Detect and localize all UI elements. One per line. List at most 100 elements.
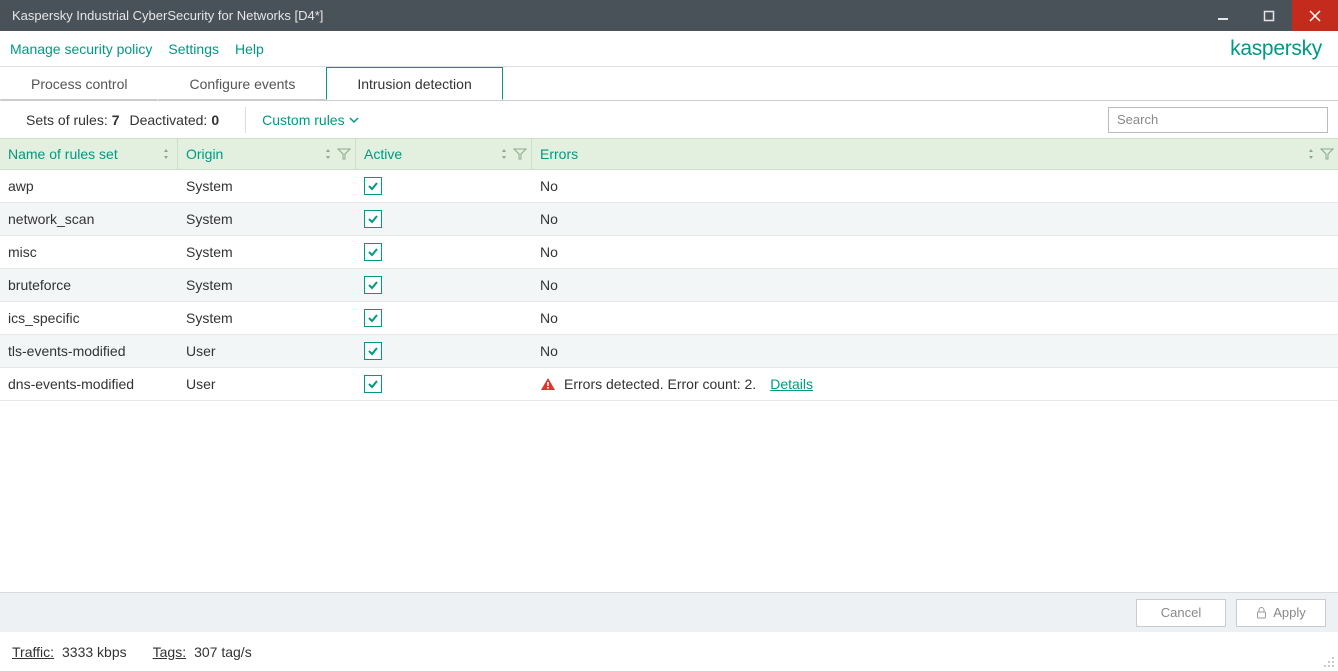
menu-settings[interactable]: Settings: [168, 41, 219, 57]
resize-grip-icon: [1323, 656, 1335, 668]
checkmark-icon: [367, 378, 379, 390]
sort-icon: [1308, 148, 1318, 160]
separator: [245, 107, 246, 133]
cell-name: dns-events-modified: [0, 376, 178, 392]
menu-bar: Manage security policy Settings Help kas…: [0, 31, 1338, 67]
custom-rules-label: Custom rules: [262, 112, 344, 128]
window-controls: [1200, 0, 1338, 31]
cell-origin: System: [178, 178, 356, 194]
column-errors-label: Errors: [540, 146, 578, 162]
tab-intrusion-detection[interactable]: Intrusion detection: [326, 67, 502, 100]
cell-origin: System: [178, 277, 356, 293]
close-icon: [1309, 10, 1321, 22]
toolbar: Sets of rules: 7 Deactivated: 0 Custom r…: [0, 100, 1338, 138]
table-row[interactable]: bruteforceSystemNo: [0, 269, 1338, 302]
maximize-icon: [1263, 10, 1275, 22]
checkmark-icon: [367, 246, 379, 258]
table-row[interactable]: network_scanSystem No: [0, 203, 1338, 236]
cell-origin: System: [178, 310, 356, 326]
column-name[interactable]: Name of rules set: [0, 139, 178, 169]
minimize-icon: [1217, 10, 1229, 22]
cell-origin: System: [178, 211, 356, 227]
cell-errors: No: [532, 178, 1338, 194]
deactivated-label: Deactivated:: [130, 112, 208, 128]
active-checkbox[interactable]: [364, 342, 382, 360]
column-active[interactable]: Active: [356, 139, 532, 169]
checkmark-icon: [367, 180, 379, 192]
tab-process-control[interactable]: Process control: [0, 67, 158, 100]
menu-help[interactable]: Help: [235, 41, 264, 57]
table-row[interactable]: ics_specificSystemNo: [0, 302, 1338, 335]
table-header: Name of rules set Origin Active Errors: [0, 138, 1338, 170]
active-checkbox[interactable]: [364, 375, 382, 393]
lock-icon: [1256, 607, 1267, 619]
checkmark-icon: [367, 345, 379, 357]
table-row[interactable]: dns-events-modifiedUser Errors detected. …: [0, 368, 1338, 401]
checkmark-icon: [367, 312, 379, 324]
close-button[interactable]: [1292, 0, 1338, 31]
cell-errors: No: [532, 211, 1338, 227]
action-bar: Cancel Apply: [0, 592, 1338, 632]
cell-name: network_scan: [0, 211, 178, 227]
sort-icon: [163, 148, 173, 160]
cell-errors: No: [532, 244, 1338, 260]
table-body: awpSystemNonetwork_scanSystemNomiscSyste…: [0, 170, 1338, 401]
cell-errors: Errors detected. Error count: 2. Details: [532, 376, 1338, 392]
sort-icon: [501, 148, 511, 160]
cell-origin: System: [178, 244, 356, 260]
cell-active: [356, 243, 532, 261]
column-errors[interactable]: Errors: [532, 139, 1338, 169]
column-origin[interactable]: Origin: [178, 139, 356, 169]
traffic-label[interactable]: Traffic:: [12, 644, 54, 660]
tab-bar: Process control Configure events Intrusi…: [0, 67, 1338, 100]
menu-manage-policy[interactable]: Manage security policy: [10, 41, 152, 57]
table-row[interactable]: tls-events-modifiedUser No: [0, 335, 1338, 368]
cell-origin: User: [178, 343, 356, 359]
cell-errors: No: [532, 343, 1338, 359]
cell-name: awp: [0, 178, 178, 194]
tags-label[interactable]: Tags:: [153, 644, 186, 660]
column-origin-label: Origin: [186, 146, 223, 162]
cell-active: [356, 210, 532, 228]
cell-origin: User: [178, 376, 356, 392]
cell-active: [356, 177, 532, 195]
maximize-button[interactable]: [1246, 0, 1292, 31]
details-link[interactable]: Details: [770, 376, 813, 392]
filter-icon: [1320, 148, 1334, 160]
sort-icon: [325, 148, 335, 160]
active-checkbox[interactable]: [364, 177, 382, 195]
traffic-value: 3333 kbps: [62, 644, 127, 660]
table-row[interactable]: miscSystem No: [0, 236, 1338, 269]
apply-button[interactable]: Apply: [1236, 599, 1326, 627]
cancel-button[interactable]: Cancel: [1136, 599, 1226, 627]
minimize-button[interactable]: [1200, 0, 1246, 31]
warning-icon: [540, 377, 556, 391]
sets-label: Sets of rules:: [26, 112, 108, 128]
error-text: Errors detected. Error count: 2.: [564, 376, 756, 392]
active-checkbox[interactable]: [364, 243, 382, 261]
cell-active: [356, 276, 532, 294]
table-row[interactable]: awpSystem No: [0, 170, 1338, 203]
cell-name: ics_specific: [0, 310, 178, 326]
tags-value: 307 tag/s: [194, 644, 252, 660]
active-checkbox[interactable]: [364, 210, 382, 228]
checkmark-icon: [367, 213, 379, 225]
search-input[interactable]: [1108, 107, 1328, 133]
cell-name: misc: [0, 244, 178, 260]
cell-name: bruteforce: [0, 277, 178, 293]
chevron-down-icon: [349, 115, 359, 125]
filter-icon: [337, 148, 351, 160]
cell-name: tls-events-modified: [0, 343, 178, 359]
checkmark-icon: [367, 279, 379, 291]
cancel-label: Cancel: [1161, 605, 1201, 620]
cell-active: [356, 309, 532, 327]
cell-active: [356, 375, 532, 393]
filter-icon: [513, 148, 527, 160]
cell-active: [356, 342, 532, 360]
active-checkbox[interactable]: [364, 309, 382, 327]
title-bar: Kaspersky Industrial CyberSecurity for N…: [0, 0, 1338, 31]
tab-configure-events[interactable]: Configure events: [158, 67, 326, 100]
custom-rules-dropdown[interactable]: Custom rules: [262, 112, 358, 128]
active-checkbox[interactable]: [364, 276, 382, 294]
status-bar: Traffic: 3333 kbps Tags: 307 tag/s: [0, 633, 1338, 671]
